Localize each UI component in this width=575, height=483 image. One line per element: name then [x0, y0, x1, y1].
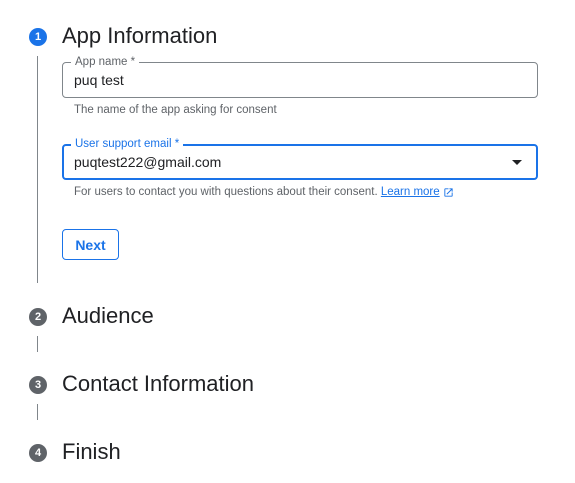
step-4-indicator: 4	[29, 444, 47, 462]
step-connector	[37, 336, 38, 352]
support-email-select[interactable]: User support email * puqtest222@gmail.co…	[62, 137, 538, 180]
step-connector	[37, 404, 38, 420]
external-link-icon	[444, 187, 453, 197]
support-email-value[interactable]: puqtest222@gmail.com	[74, 146, 221, 178]
app-name-value[interactable]: puq test	[74, 63, 124, 97]
step-4-title[interactable]: Finish	[62, 438, 121, 466]
learn-more-link[interactable]: Learn more	[381, 185, 454, 199]
step-number: 4	[34, 446, 42, 459]
step-2-indicator: 2	[29, 308, 47, 326]
next-button[interactable]: Next	[62, 229, 119, 260]
step-1-indicator: 1	[29, 28, 47, 46]
step-1-title[interactable]: App Information	[62, 22, 217, 50]
chevron-down-icon[interactable]	[512, 160, 522, 165]
app-name-hint: The name of the app asking for consent	[74, 104, 277, 116]
step-number: 2	[34, 310, 42, 323]
support-email-hint: For users to contact you with questions …	[74, 185, 454, 199]
step-connector	[37, 56, 38, 283]
app-name-field[interactable]: App name * puq test	[62, 55, 538, 98]
support-email-hint-text: For users to contact you with questions …	[74, 186, 378, 198]
step-3-indicator: 3	[29, 376, 47, 394]
step-number: 1	[34, 30, 42, 43]
step-3-title[interactable]: Contact Information	[62, 370, 254, 398]
step-number: 3	[34, 378, 42, 391]
oauth-consent-stepper: 1 App Information App name * puq test Th…	[0, 0, 575, 483]
learn-more-label[interactable]: Learn more	[381, 185, 440, 199]
step-2-title[interactable]: Audience	[62, 302, 154, 330]
